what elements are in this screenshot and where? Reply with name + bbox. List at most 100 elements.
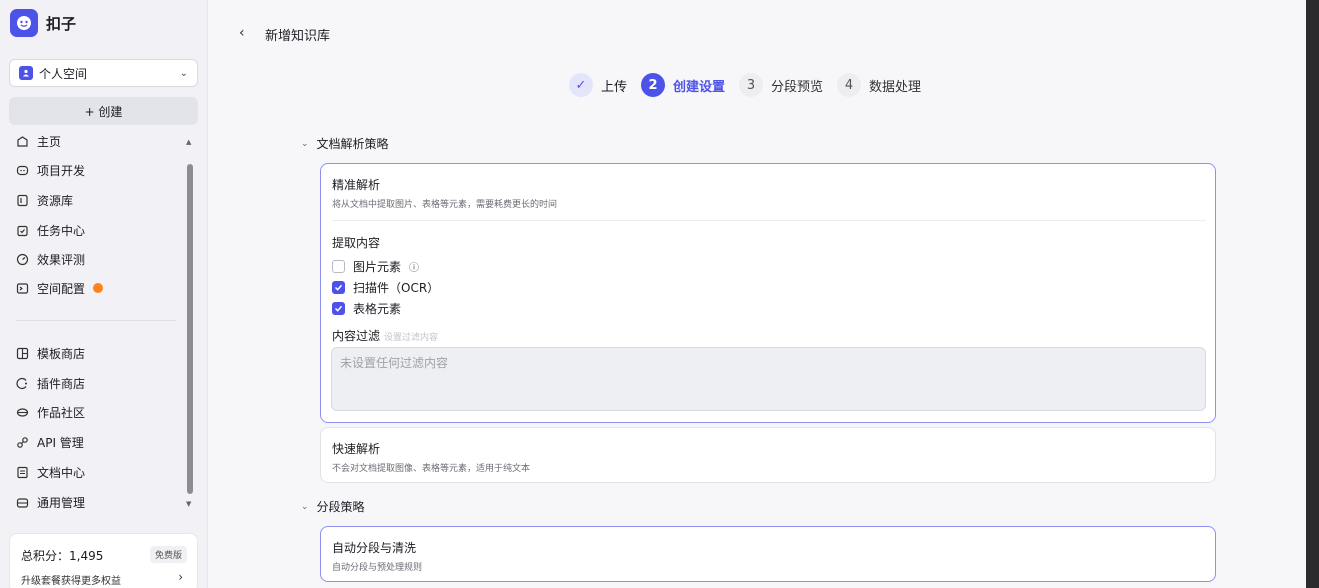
chevron-down-icon: ⌄ [301,501,309,512]
filter-input[interactable]: 未设置任何过滤内容 [331,347,1206,411]
sidebar-item-label: 插件商店 [37,376,86,391]
sidebar-item-label: 任务中心 [37,223,86,238]
sidebar-item-api[interactable]: API 管理 [16,431,84,453]
step-number: 2 [641,73,666,97]
option-image-elements[interactable]: 图片元素 ⓘ [332,258,419,275]
template-icon [16,347,29,360]
scroll-down-icon[interactable]: ▼ [186,500,191,508]
sidebar-item-label: 通用管理 [37,495,86,510]
create-button[interactable]: + 创建 [9,97,198,125]
chevron-down-icon: ⌄ [301,138,309,149]
sidebar-item-label: 空间配置 [37,281,86,296]
project-icon [16,164,29,177]
sidebar-divider [16,320,176,321]
card-title: 精准解析 [332,178,381,192]
fast-parse-card[interactable]: 快速解析 不会对文档提取图像、表格等元素，适用于纯文本 [320,427,1216,483]
plan-badge: 免费版 [149,546,187,563]
stepper: ✓ 上传 2 创建设置 3 分段预览 4 数据处理 [569,73,921,97]
filter-hint: 设置过滤内容 [384,333,439,343]
space-selector[interactable]: 个人空间 ⌄ [9,59,198,87]
sidebar-item-space-config[interactable]: 空间配置 [16,277,104,299]
admin-icon [16,496,29,509]
upgrade-link[interactable]: 升级套餐获得更多权益 [21,572,121,587]
page-title: 新增知识库 [265,29,331,44]
card-description: 不会对文档提取图像、表格等元素，适用于纯文本 [332,464,531,474]
option-label: 表格元素 [353,302,402,316]
step-upload: ✓ 上传 [569,73,627,97]
step-number: 3 [739,73,764,97]
step-number: 4 [837,73,862,97]
step-segment-preview: 3 分段预览 [739,73,823,97]
api-icon [16,436,29,449]
option-table-elements[interactable]: 表格元素 [332,300,401,317]
scroll-up-icon[interactable]: ▲ [186,138,191,146]
sidebar-item-task[interactable]: 任务中心 [16,219,85,241]
auto-segment-card[interactable]: 自动分段与清洗 自动分段与预处理规则 [320,526,1216,582]
card-title: 快速解析 [332,442,381,456]
step-data-processing: 4 数据处理 [837,73,921,97]
chevron-left-icon[interactable]: ‹ [239,25,245,41]
sidebar: 扣子 个人空间 ⌄ + 创建 主页 项目开发 资源库 任务中心 效果评测 空间配… [0,0,208,588]
brand[interactable]: 扣子 [10,9,76,37]
community-icon [16,406,29,419]
person-icon [19,66,33,80]
brand-name: 扣子 [46,14,77,33]
sidebar-item-library[interactable]: 资源库 [16,189,73,211]
step-label: 创建设置 [673,79,726,95]
home-icon [16,135,29,148]
step-label: 上传 [601,79,628,95]
sidebar-item-label: 项目开发 [37,163,86,178]
option-ocr[interactable]: 扫描件（OCR） [332,279,439,296]
sidebar-item-plugin-store[interactable]: 插件商店 [16,372,85,394]
checkbox[interactable] [332,260,345,273]
scroll-thumb[interactable] [187,164,193,494]
sidebar-item-label: 作品社区 [37,405,86,420]
card-description: 将从文档中提取图片、表格等元素，需要耗费更长的时间 [332,200,558,210]
brand-logo-icon [10,9,38,37]
segment-strategy-header[interactable]: ⌄ 分段策略 [301,498,365,515]
points-card: 总积分：1,495 免费版 升级套餐获得更多权益 › [9,533,198,588]
sidebar-item-template-store[interactable]: 模板商店 [16,342,85,364]
option-label: 图片元素 [353,260,402,274]
sidebar-item-docs[interactable]: 文档中心 [16,461,85,483]
window-edge [1306,0,1319,588]
extract-content-title: 提取内容 [332,236,381,250]
checkbox-checked[interactable] [332,281,345,294]
step-create-settings: 2 创建设置 [641,73,725,97]
sidebar-item-home[interactable]: 主页 [16,130,61,152]
main-content: ‹ 新增知识库 ✓ 上传 2 创建设置 3 分段预览 4 数据处理 ⌄ 文档解析… [209,0,1306,588]
card-description: 自动分段与预处理规则 [332,563,423,573]
card-title: 自动分段与清洗 [332,541,417,555]
filter-placeholder: 未设置任何过滤内容 [340,356,449,370]
sidebar-item-label: API 管理 [37,435,84,450]
space-name: 个人空间 [39,66,88,81]
precise-parse-card[interactable]: 精准解析 将从文档中提取图片、表格等元素，需要耗费更长的时间 提取内容 图片元素… [320,163,1216,423]
sidebar-scrollbar[interactable]: ▲ ▼ [186,138,194,514]
evaluation-icon [16,253,29,266]
sidebar-item-community[interactable]: 作品社区 [16,401,85,423]
section-title: 分段策略 [316,500,365,514]
checkbox-checked[interactable] [332,302,345,315]
sidebar-item-evaluation[interactable]: 效果评测 [16,248,85,270]
info-icon[interactable]: ⓘ [409,259,419,274]
chevron-right-icon[interactable]: › [178,570,183,584]
space-config-icon [16,282,29,295]
sidebar-item-label: 效果评测 [37,252,86,267]
parse-strategy-header[interactable]: ⌄ 文档解析策略 [301,135,389,152]
sidebar-item-admin[interactable]: 通用管理 [16,491,85,513]
sidebar-item-label: 文档中心 [37,465,86,480]
step-label: 分段预览 [771,79,824,95]
points-total: 总积分：1,495 [21,549,104,563]
option-label: 扫描件（OCR） [353,281,440,295]
library-icon [16,194,29,207]
content-filter-header: 内容过滤 设置过滤内容 [332,327,438,344]
task-icon [16,224,29,237]
sidebar-item-project[interactable]: 项目开发 [16,159,85,181]
filter-title: 内容过滤 [332,329,381,343]
step-label: 数据处理 [869,79,922,95]
sidebar-item-label: 资源库 [37,193,74,208]
check-icon: ✓ [569,73,593,97]
plugin-icon [16,377,29,390]
chevron-down-icon: ⌄ [179,67,188,79]
notification-badge [93,283,104,293]
